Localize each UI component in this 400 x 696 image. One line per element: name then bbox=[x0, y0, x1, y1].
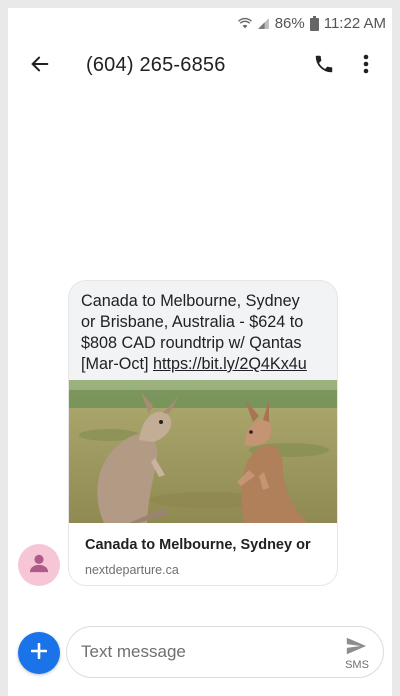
more-vert-icon bbox=[363, 54, 369, 79]
message-bubble[interactable]: Canada to Melbourne, Sydney or Brisbane,… bbox=[68, 280, 338, 586]
conversation-title: (604) 265-6856 bbox=[86, 54, 226, 76]
back-button[interactable] bbox=[26, 52, 54, 80]
cell-signal-icon bbox=[257, 17, 270, 30]
send-icon bbox=[345, 635, 367, 662]
send-button[interactable]: SMS bbox=[337, 633, 377, 673]
link-preview-image[interactable] bbox=[69, 380, 337, 523]
clock: 11:22 AM bbox=[323, 14, 386, 32]
compose-bar: SMS bbox=[66, 626, 384, 678]
more-options-button[interactable] bbox=[354, 52, 378, 80]
link-preview-card[interactable]: Canada to Melbourne, Sydney or nextdepar… bbox=[69, 523, 337, 585]
call-button[interactable] bbox=[310, 52, 338, 80]
contact-avatar[interactable] bbox=[18, 544, 60, 586]
message-text: Canada to Melbourne, Sydney or Brisbane,… bbox=[81, 291, 333, 375]
add-attachment-button[interactable] bbox=[18, 632, 60, 674]
person-icon bbox=[28, 552, 50, 579]
battery-level: 86% bbox=[274, 14, 305, 32]
status-bar: 86% 11:22 AM bbox=[8, 8, 392, 38]
kangaroos-image bbox=[69, 380, 337, 523]
back-arrow-icon bbox=[29, 53, 51, 80]
plus-icon bbox=[30, 642, 48, 664]
battery-icon bbox=[309, 15, 319, 31]
message-link[interactable]: https://bit.ly/2Q4Kx4u bbox=[153, 355, 307, 373]
wifi-icon bbox=[237, 16, 252, 30]
phone-screen: 86% 11:22 AM (604) 265-6856 Canada to Me… bbox=[8, 8, 392, 696]
link-preview-domain: nextdeparture.ca bbox=[85, 563, 179, 577]
phone-icon bbox=[313, 53, 335, 80]
send-label: SMS bbox=[345, 659, 369, 671]
app-bar: (604) 265-6856 bbox=[8, 38, 392, 94]
link-preview-title: Canada to Melbourne, Sydney or bbox=[85, 537, 311, 553]
message-input[interactable] bbox=[81, 635, 321, 669]
